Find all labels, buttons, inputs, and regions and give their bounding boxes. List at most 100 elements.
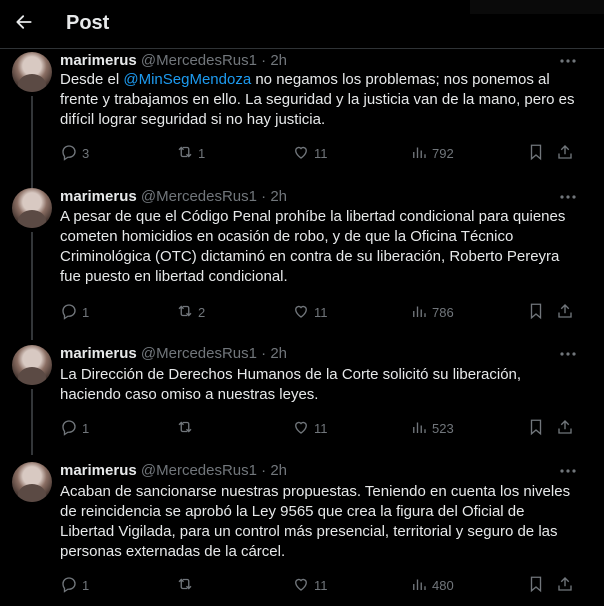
share-icon: [556, 575, 574, 596]
repost-button[interactable]: 1: [176, 143, 205, 163]
top-bar: Post: [0, 0, 604, 49]
user-handle[interactable]: @MercedesRus1: [141, 345, 257, 362]
like-count: 11: [314, 420, 328, 436]
views-icon: [410, 302, 428, 323]
heart-icon: [292, 143, 310, 164]
user-handle[interactable]: @MercedesRus1: [141, 188, 257, 205]
heart-icon: [292, 302, 310, 323]
share-icon: [556, 302, 574, 323]
views-count: 786: [432, 304, 454, 320]
separator-dot: ·: [261, 188, 267, 205]
tweet-time[interactable]: 2h: [270, 188, 287, 205]
views-button[interactable]: 523: [410, 418, 454, 438]
tweet-text-before: Desde el: [60, 71, 124, 88]
bookmark-button[interactable]: [527, 143, 545, 163]
header-overlay: [470, 0, 604, 14]
avatar[interactable]: [12, 462, 52, 502]
tweet-meta: marimerus @MercedesRus1 · 2h: [60, 188, 287, 208]
like-button[interactable]: 11: [292, 575, 328, 595]
separator-dot: ·: [261, 462, 267, 479]
tweet-text: Desde el @MinSegMendoza no negamos los p…: [60, 70, 580, 130]
share-icon: [556, 143, 574, 164]
views-icon: [410, 418, 428, 439]
user-handle[interactable]: @MercedesRus1: [141, 462, 257, 479]
repost-button[interactable]: [176, 418, 198, 438]
tweet-actions: 1 11 523: [0, 418, 604, 442]
repost-icon: [176, 302, 194, 323]
reply-count: 3: [82, 145, 90, 161]
views-icon: [410, 575, 428, 596]
tweet-time[interactable]: 2h: [270, 52, 287, 69]
reply-count: 1: [82, 420, 90, 436]
more-button[interactable]: [556, 343, 580, 363]
repost-icon: [176, 575, 194, 596]
separator-dot: ·: [261, 345, 267, 362]
tweet-actions: 3 1 11 792: [0, 143, 604, 167]
tweet-text: La Dirección de Derechos Humanos de la C…: [60, 366, 522, 403]
like-count: 11: [314, 577, 328, 593]
share-button[interactable]: [556, 143, 574, 163]
tweet-time[interactable]: 2h: [270, 345, 287, 362]
reply-button[interactable]: 1: [60, 302, 89, 322]
repost-count: 2: [198, 304, 206, 320]
reply-icon: [60, 575, 78, 596]
user-name[interactable]: marimerus: [60, 345, 137, 362]
share-button[interactable]: [556, 302, 574, 322]
views-button[interactable]: 480: [410, 575, 454, 595]
arrow-left-icon: [14, 12, 34, 37]
share-icon: [556, 418, 574, 439]
heart-icon: [292, 575, 310, 596]
tweet-time[interactable]: 2h: [270, 462, 287, 479]
bookmark-button[interactable]: [527, 418, 545, 438]
user-name[interactable]: marimerus: [60, 52, 137, 69]
reply-button[interactable]: 1: [60, 575, 89, 595]
user-name[interactable]: marimerus: [60, 462, 137, 479]
like-button[interactable]: 11: [292, 418, 328, 438]
repost-button[interactable]: [176, 575, 198, 595]
like-count: 11: [314, 145, 328, 161]
bookmark-icon: [527, 302, 545, 323]
page-title: Post: [66, 12, 110, 34]
avatar[interactable]: [12, 52, 52, 92]
mention-link[interactable]: @MinSegMendoza: [123, 71, 251, 88]
more-icon: [559, 344, 577, 362]
views-button[interactable]: 786: [410, 302, 454, 322]
views-count: 523: [432, 420, 454, 436]
avatar[interactable]: [12, 188, 52, 228]
repost-button[interactable]: 2: [176, 302, 205, 322]
bookmark-icon: [527, 575, 545, 596]
more-button[interactable]: [556, 50, 580, 70]
reply-button[interactable]: 1: [60, 418, 89, 438]
bookmark-icon: [527, 143, 545, 164]
like-button[interactable]: 11: [292, 143, 328, 163]
user-handle[interactable]: @MercedesRus1: [141, 52, 257, 69]
bookmark-button[interactable]: [527, 302, 545, 322]
user-name[interactable]: marimerus: [60, 188, 137, 205]
like-button[interactable]: 11: [292, 302, 328, 322]
share-button[interactable]: [556, 418, 574, 438]
avatar[interactable]: [12, 345, 52, 385]
more-icon: [559, 51, 577, 69]
reply-button[interactable]: 3: [60, 143, 89, 163]
reply-icon: [60, 302, 78, 323]
repost-count: 1: [198, 145, 206, 161]
tweet-text: Acaban de sancionarse nuestras propuesta…: [60, 483, 571, 560]
views-count: 480: [432, 577, 454, 593]
views-button[interactable]: 792: [410, 143, 454, 163]
more-icon: [559, 187, 577, 205]
heart-icon: [292, 418, 310, 439]
more-icon: [559, 461, 577, 479]
tweet-meta: marimerus @MercedesRus1 · 2h: [60, 345, 287, 365]
more-button[interactable]: [556, 460, 580, 480]
views-icon: [410, 143, 428, 164]
share-button[interactable]: [556, 575, 574, 595]
tweet-actions: 1 2 11 786: [0, 302, 604, 326]
back-button[interactable]: [8, 8, 40, 40]
more-button[interactable]: [556, 186, 580, 206]
tweet-meta: marimerus @MercedesRus1 · 2h: [60, 52, 287, 72]
bookmark-icon: [527, 418, 545, 439]
bookmark-button[interactable]: [527, 575, 545, 595]
reply-count: 1: [82, 304, 90, 320]
tweet-meta: marimerus @MercedesRus1 · 2h: [60, 462, 287, 482]
reply-icon: [60, 418, 78, 439]
